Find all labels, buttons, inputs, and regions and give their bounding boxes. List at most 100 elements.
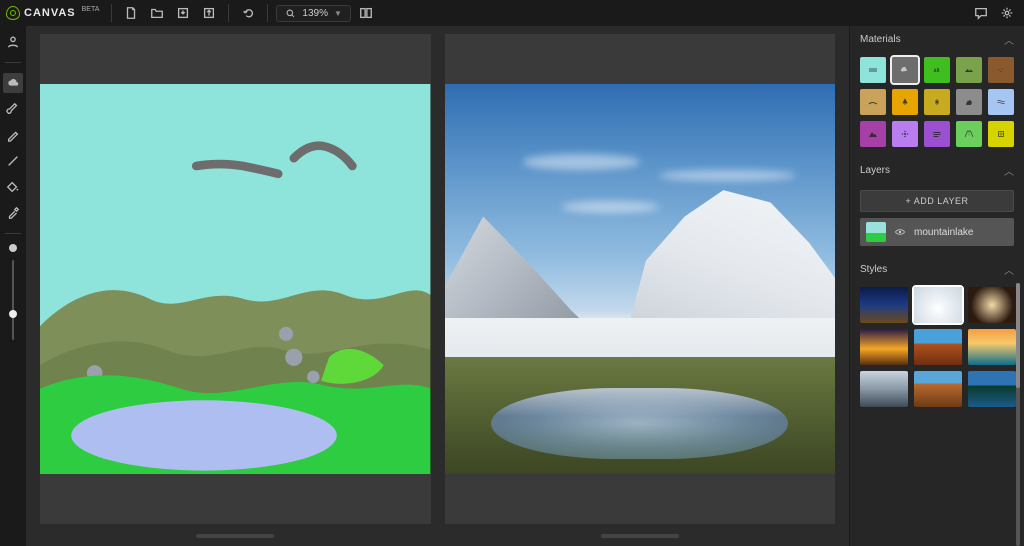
layers-title: Layers (860, 165, 890, 176)
layers-header[interactable]: Layers ︿ (850, 157, 1024, 184)
open-file-button[interactable] (146, 3, 168, 23)
line-icon (6, 154, 20, 168)
feedback-button[interactable] (970, 3, 992, 23)
cloud-icon (6, 76, 20, 90)
settings-button[interactable] (996, 3, 1018, 23)
tool-rail (0, 26, 26, 546)
material-road[interactable] (956, 121, 982, 147)
undo-button[interactable] (237, 3, 259, 23)
styles-scrollbar[interactable] (1016, 283, 1020, 546)
material-mountain[interactable] (860, 121, 886, 147)
material-grass[interactable] (924, 57, 950, 83)
chevron-down-icon: ▼ (334, 9, 342, 18)
style-thumbnail (968, 287, 1016, 323)
style-lake-valley[interactable] (968, 371, 1016, 407)
style-thumbnail (860, 371, 908, 407)
style-night-sky[interactable] (860, 287, 908, 323)
styles-header[interactable]: Styles ︿ (850, 256, 1024, 283)
tool-fill[interactable] (3, 177, 23, 197)
export-button[interactable] (198, 3, 220, 23)
materials-title: Materials (860, 34, 901, 45)
beta-badge: BETA (82, 6, 100, 13)
render-lake-reflection (491, 388, 788, 458)
material-bush[interactable] (924, 89, 950, 115)
style-desert-mesa[interactable] (914, 329, 962, 365)
tool-cloud[interactable] (3, 73, 23, 93)
style-thumbnail (860, 287, 908, 323)
layer-thumbnail (866, 222, 886, 242)
tool-brush[interactable] (3, 99, 23, 119)
material-flower-icon (899, 128, 911, 140)
material-hill-icon (963, 64, 975, 76)
render-canvas[interactable] (445, 84, 836, 475)
eyedropper-icon (6, 206, 20, 220)
material-dirt[interactable] (988, 57, 1014, 83)
style-cave[interactable] (968, 287, 1016, 323)
style-sunset-clouds[interactable] (860, 329, 908, 365)
materials-header[interactable]: Materials ︿ (850, 26, 1024, 53)
material-fog[interactable] (924, 121, 950, 147)
material-road-icon (963, 128, 975, 140)
material-dirt-icon (995, 64, 1007, 76)
right-panel: Materials ︿ Layers ︿ + ADD LAYER mountai… (850, 26, 1024, 546)
magnifier-icon (285, 8, 296, 19)
material-rock-icon (963, 96, 975, 108)
divider (267, 4, 268, 22)
segmentation-canvas[interactable] (40, 84, 431, 475)
brush-size-slider[interactable] (12, 260, 14, 340)
style-canyon[interactable] (914, 371, 962, 407)
divider (5, 233, 21, 234)
brush-icon (6, 102, 20, 116)
style-thumbnail (914, 371, 962, 407)
style-thumbnail (968, 371, 1016, 407)
undo-icon (241, 6, 255, 20)
layer-row[interactable]: mountainlake (860, 218, 1014, 246)
tool-accounts[interactable] (3, 32, 23, 52)
material-tree[interactable] (892, 89, 918, 115)
fill-icon (6, 180, 20, 194)
gear-icon (1000, 6, 1014, 20)
material-sand[interactable] (860, 89, 886, 115)
user-icon (6, 35, 20, 49)
add-layer-button[interactable]: + ADD LAYER (860, 190, 1014, 212)
tool-line[interactable] (3, 151, 23, 171)
pencil-icon (6, 128, 20, 142)
material-hill[interactable] (956, 57, 982, 83)
compare-icon (359, 6, 373, 20)
segmentation-canvas-wrap (40, 34, 431, 524)
material-rock[interactable] (956, 89, 982, 115)
styles-scroll-area (850, 283, 1024, 546)
render-cloud (562, 201, 660, 213)
workspace (26, 26, 850, 546)
compare-button[interactable] (355, 3, 377, 23)
styles-grid (850, 283, 1024, 417)
style-thumbnail (914, 287, 962, 323)
style-ocean-sunset[interactable] (968, 329, 1016, 365)
material-water-icon (995, 96, 1007, 108)
zoom-dropdown[interactable]: 139% ▼ (276, 5, 351, 22)
styles-scroll-thumb[interactable] (1016, 283, 1020, 388)
brush-size-knob[interactable] (9, 310, 17, 318)
material-tree-icon (899, 96, 911, 108)
material-cloud[interactable] (892, 57, 918, 83)
material-water[interactable] (988, 89, 1014, 115)
chevron-up-icon: ︿ (1004, 262, 1014, 277)
material-snow-icon (995, 128, 1007, 140)
save-file-button[interactable] (172, 3, 194, 23)
render-cloud (523, 154, 640, 170)
material-snow[interactable] (988, 121, 1014, 147)
material-sky[interactable] (860, 57, 886, 83)
styles-title: Styles (860, 264, 887, 275)
material-flower[interactable] (892, 121, 918, 147)
divider (111, 4, 112, 22)
style-snow-mountain[interactable] (914, 287, 962, 323)
material-sand-icon (867, 96, 879, 108)
export-icon (202, 6, 216, 20)
tool-pencil[interactable] (3, 125, 23, 145)
material-fog-icon (931, 128, 943, 140)
new-file-button[interactable] (120, 3, 142, 23)
tool-eyedropper[interactable] (3, 203, 23, 223)
brush-size-preview (9, 244, 17, 252)
visibility-icon[interactable] (894, 226, 906, 238)
style-alpine[interactable] (860, 371, 908, 407)
